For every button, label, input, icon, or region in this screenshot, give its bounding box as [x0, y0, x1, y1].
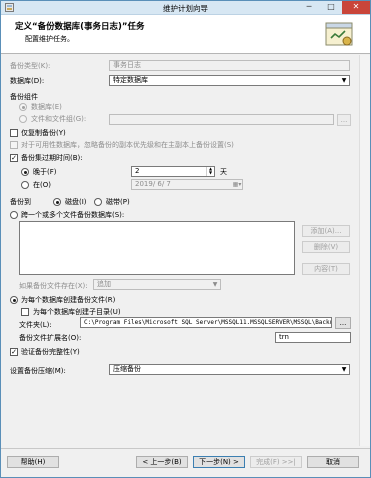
- files-component-label: 文件和文件组(G):: [31, 115, 87, 123]
- disk-radio[interactable]: [53, 198, 61, 206]
- extension-input[interactable]: trn: [275, 332, 351, 343]
- page-title: 定义“备份数据库(事务日志)”任务: [15, 22, 145, 32]
- folder-label: 文件夹(L):: [19, 321, 52, 329]
- maintenance-plan-icon: [323, 18, 355, 50]
- backup-type-label: 备份类型(K):: [10, 62, 51, 70]
- remove-file-button[interactable]: 删除(V): [302, 241, 350, 253]
- verify-checkbox[interactable]: ✓: [10, 348, 18, 356]
- wizard-header: 定义“备份数据库(事务日志)”任务 配置维护任务。: [1, 15, 370, 54]
- files-field: [109, 114, 334, 125]
- compression-value: 压缩备份: [113, 365, 141, 373]
- copy-only-checkbox[interactable]: [10, 129, 18, 137]
- backup-type-field: 事务日志: [109, 60, 350, 71]
- verify-label: 验证备份完整性(Y): [21, 348, 80, 356]
- copy-only-label: 仅复制备份(Y): [21, 129, 66, 137]
- if-exists-combo[interactable]: 追加 ▼: [93, 279, 221, 290]
- title-bar: 维护计划向导 ─ □ ✕: [1, 1, 370, 15]
- per-db-file-label: 为每个数据库创建备份文件(R): [21, 296, 116, 304]
- expire-checkbox[interactable]: ✓: [10, 154, 18, 162]
- chevron-down-icon: ▼: [212, 281, 218, 288]
- vertical-scrollbar[interactable]: [359, 55, 370, 446]
- backup-component-label: 备份组件: [10, 93, 38, 101]
- expire-date-value: 2019/ 6/ 7: [135, 180, 171, 188]
- ignore-replica-priority-checkbox[interactable]: [10, 141, 18, 149]
- if-exists-value: 追加: [97, 280, 111, 288]
- per-db-subdir-checkbox[interactable]: [21, 308, 29, 316]
- add-file-button[interactable]: 添加(A)...: [302, 225, 350, 237]
- expire-label: 备份集过期时间(B):: [21, 154, 83, 162]
- per-db-file-radio[interactable]: [10, 296, 18, 304]
- tape-label: 磁带(P): [106, 198, 130, 206]
- finish-button[interactable]: 完成(F) >>|: [250, 456, 302, 468]
- backup-to-label: 备份到: [10, 198, 31, 206]
- compression-label: 设置备份压缩(M):: [10, 367, 66, 375]
- maximize-button[interactable]: □: [320, 1, 342, 14]
- database-value: 特定数据库: [113, 76, 148, 84]
- expire-on-radio[interactable]: [21, 181, 29, 189]
- footer-divider: [1, 448, 370, 449]
- per-db-subdir-label: 为每个数据库创建子目录(U): [33, 308, 121, 316]
- compression-combo[interactable]: 压缩备份 ▼: [109, 364, 350, 375]
- cancel-button[interactable]: 取消: [307, 456, 359, 468]
- help-button[interactable]: 帮助(H): [7, 456, 59, 468]
- contents-button[interactable]: 内容(T): [302, 263, 350, 275]
- back-button[interactable]: < 上一步(B): [136, 456, 188, 468]
- disk-label: 磁盘(I): [65, 198, 87, 206]
- expire-days-input[interactable]: 2 ▲ ▼: [131, 166, 215, 177]
- backup-files-list[interactable]: [19, 221, 295, 275]
- expire-after-radio[interactable]: [21, 168, 29, 176]
- chevron-down-icon: ▼: [341, 77, 347, 84]
- database-combo[interactable]: 特定数据库 ▼: [109, 75, 350, 86]
- calendar-icon: ▦▾: [232, 181, 242, 188]
- minimize-button[interactable]: ─: [298, 1, 320, 14]
- chevron-down-icon: ▼: [341, 366, 347, 373]
- close-button[interactable]: ✕: [342, 1, 370, 14]
- database-label: 数据库(D):: [10, 77, 45, 85]
- files-component-radio[interactable]: [19, 115, 27, 123]
- span-files-label: 跨一个或多个文件备份数据库(S):: [21, 211, 125, 219]
- database-component-radio[interactable]: [19, 103, 27, 111]
- tape-radio[interactable]: [94, 198, 102, 206]
- if-exists-label: 如果备份文件存在(X):: [19, 282, 88, 290]
- database-component-label: 数据库(E): [31, 103, 62, 111]
- files-browse-button[interactable]: ...: [337, 114, 351, 126]
- next-button[interactable]: 下一步(N) >: [193, 456, 245, 468]
- folder-browse-button[interactable]: ...: [335, 317, 351, 329]
- days-spinner-icon[interactable]: ▲ ▼: [206, 167, 214, 176]
- days-unit-label: 天: [220, 168, 227, 176]
- ignore-replica-priority-label: 对于可用性数据库，忽略备份的副本优先级和在主副本上备份设置(S): [21, 141, 234, 149]
- span-files-radio[interactable]: [10, 211, 18, 219]
- expire-after-label: 晚于(F): [33, 168, 57, 176]
- expire-on-label: 在(O): [33, 181, 51, 189]
- expire-days-value: 2: [135, 167, 140, 175]
- expire-date-picker[interactable]: 2019/ 6/ 7 ▦▾: [131, 179, 243, 190]
- extension-label: 备份文件扩展名(O):: [19, 334, 82, 342]
- wizard-window: 维护计划向导 ─ □ ✕ 定义“备份数据库(事务日志)”任务 配置维护任务。 备…: [0, 0, 371, 478]
- folder-input[interactable]: C:\Program Files\Microsoft SQL Server\MS…: [80, 317, 332, 328]
- page-subtitle: 配置维护任务。: [25, 35, 74, 43]
